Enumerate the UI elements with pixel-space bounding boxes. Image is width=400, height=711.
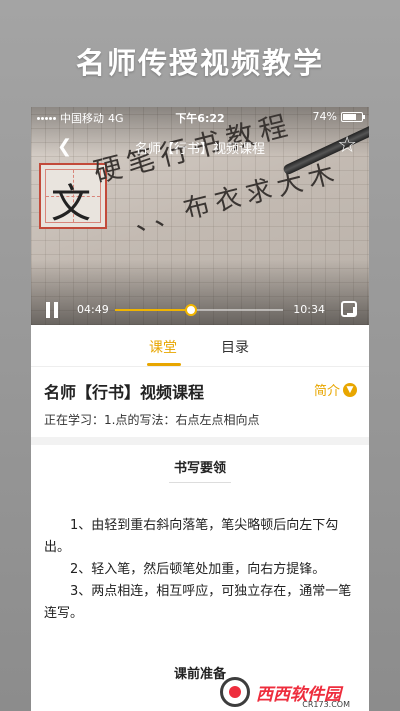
fullscreen-icon[interactable]	[341, 301, 357, 317]
writing-point-1: 1、由轻到重右斜向落笔，笔尖略顿后向左下勾出。	[44, 518, 339, 555]
watermark-logo-icon	[220, 677, 250, 707]
intro-button[interactable]: 简介 ▼	[314, 380, 357, 399]
section-title-underline	[169, 482, 231, 483]
tab-classroom[interactable]: 课堂	[149, 337, 177, 357]
current-time: 04:49	[77, 303, 109, 316]
chevron-down-icon: ▼	[343, 382, 357, 397]
active-tab-indicator	[147, 363, 181, 366]
writing-point-2: 2、轻入笔，然后顿笔处加重，向右方提锋。	[70, 562, 326, 577]
video-top-bar: ❮ 名师【行书】视频课程 ☆	[31, 133, 369, 161]
writing-point-3: 3、两点相连，相互呼应，可独立存在，通常一笔连写。	[44, 584, 352, 621]
video-title: 名师【行书】视频课程	[134, 142, 265, 157]
battery-icon	[341, 111, 365, 122]
course-header: 名师【行书】视频课程 简介 ▼ 正在学习：1.点的写法：右点左点相向点	[31, 367, 369, 437]
video-player[interactable]: 文 硬笔行书教程 、、布衣求大木 中国移动 4G 下午6:22 74% ❮ 名师…	[31, 107, 369, 325]
total-time: 10:34	[293, 303, 325, 316]
divider	[31, 437, 369, 445]
section-title: 书写要领	[173, 461, 226, 476]
favorite-star-icon[interactable]: ☆	[337, 133, 357, 158]
video-controls: 04:49 10:34	[31, 295, 369, 325]
progress-slider[interactable]	[115, 304, 283, 316]
tab-bar: 课堂 目录	[31, 325, 369, 367]
progress-fill	[115, 309, 192, 311]
inset-character: 文	[51, 181, 91, 227]
battery-percent: 74%	[312, 110, 337, 123]
intro-label: 简介	[313, 384, 340, 399]
tab-catalog[interactable]: 目录	[221, 337, 249, 357]
course-title: 名师【行书】视频课程	[44, 383, 205, 402]
watermark: 西西软件园 CR173.COM	[220, 675, 390, 709]
promo-title: 名师传授视频教学	[75, 46, 324, 80]
phone-screen: 文 硬笔行书教程 、、布衣求大木 中国移动 4G 下午6:22 74% ❮ 名师…	[31, 107, 369, 711]
current-lesson: 正在学习：1.点的写法：右点左点相向点	[44, 413, 260, 427]
status-bar: 中国移动 4G 下午6:22 74%	[31, 107, 369, 127]
pause-icon[interactable]	[45, 302, 59, 318]
progress-knob[interactable]	[185, 304, 198, 316]
watermark-subtext: CR173.COM	[302, 700, 350, 709]
